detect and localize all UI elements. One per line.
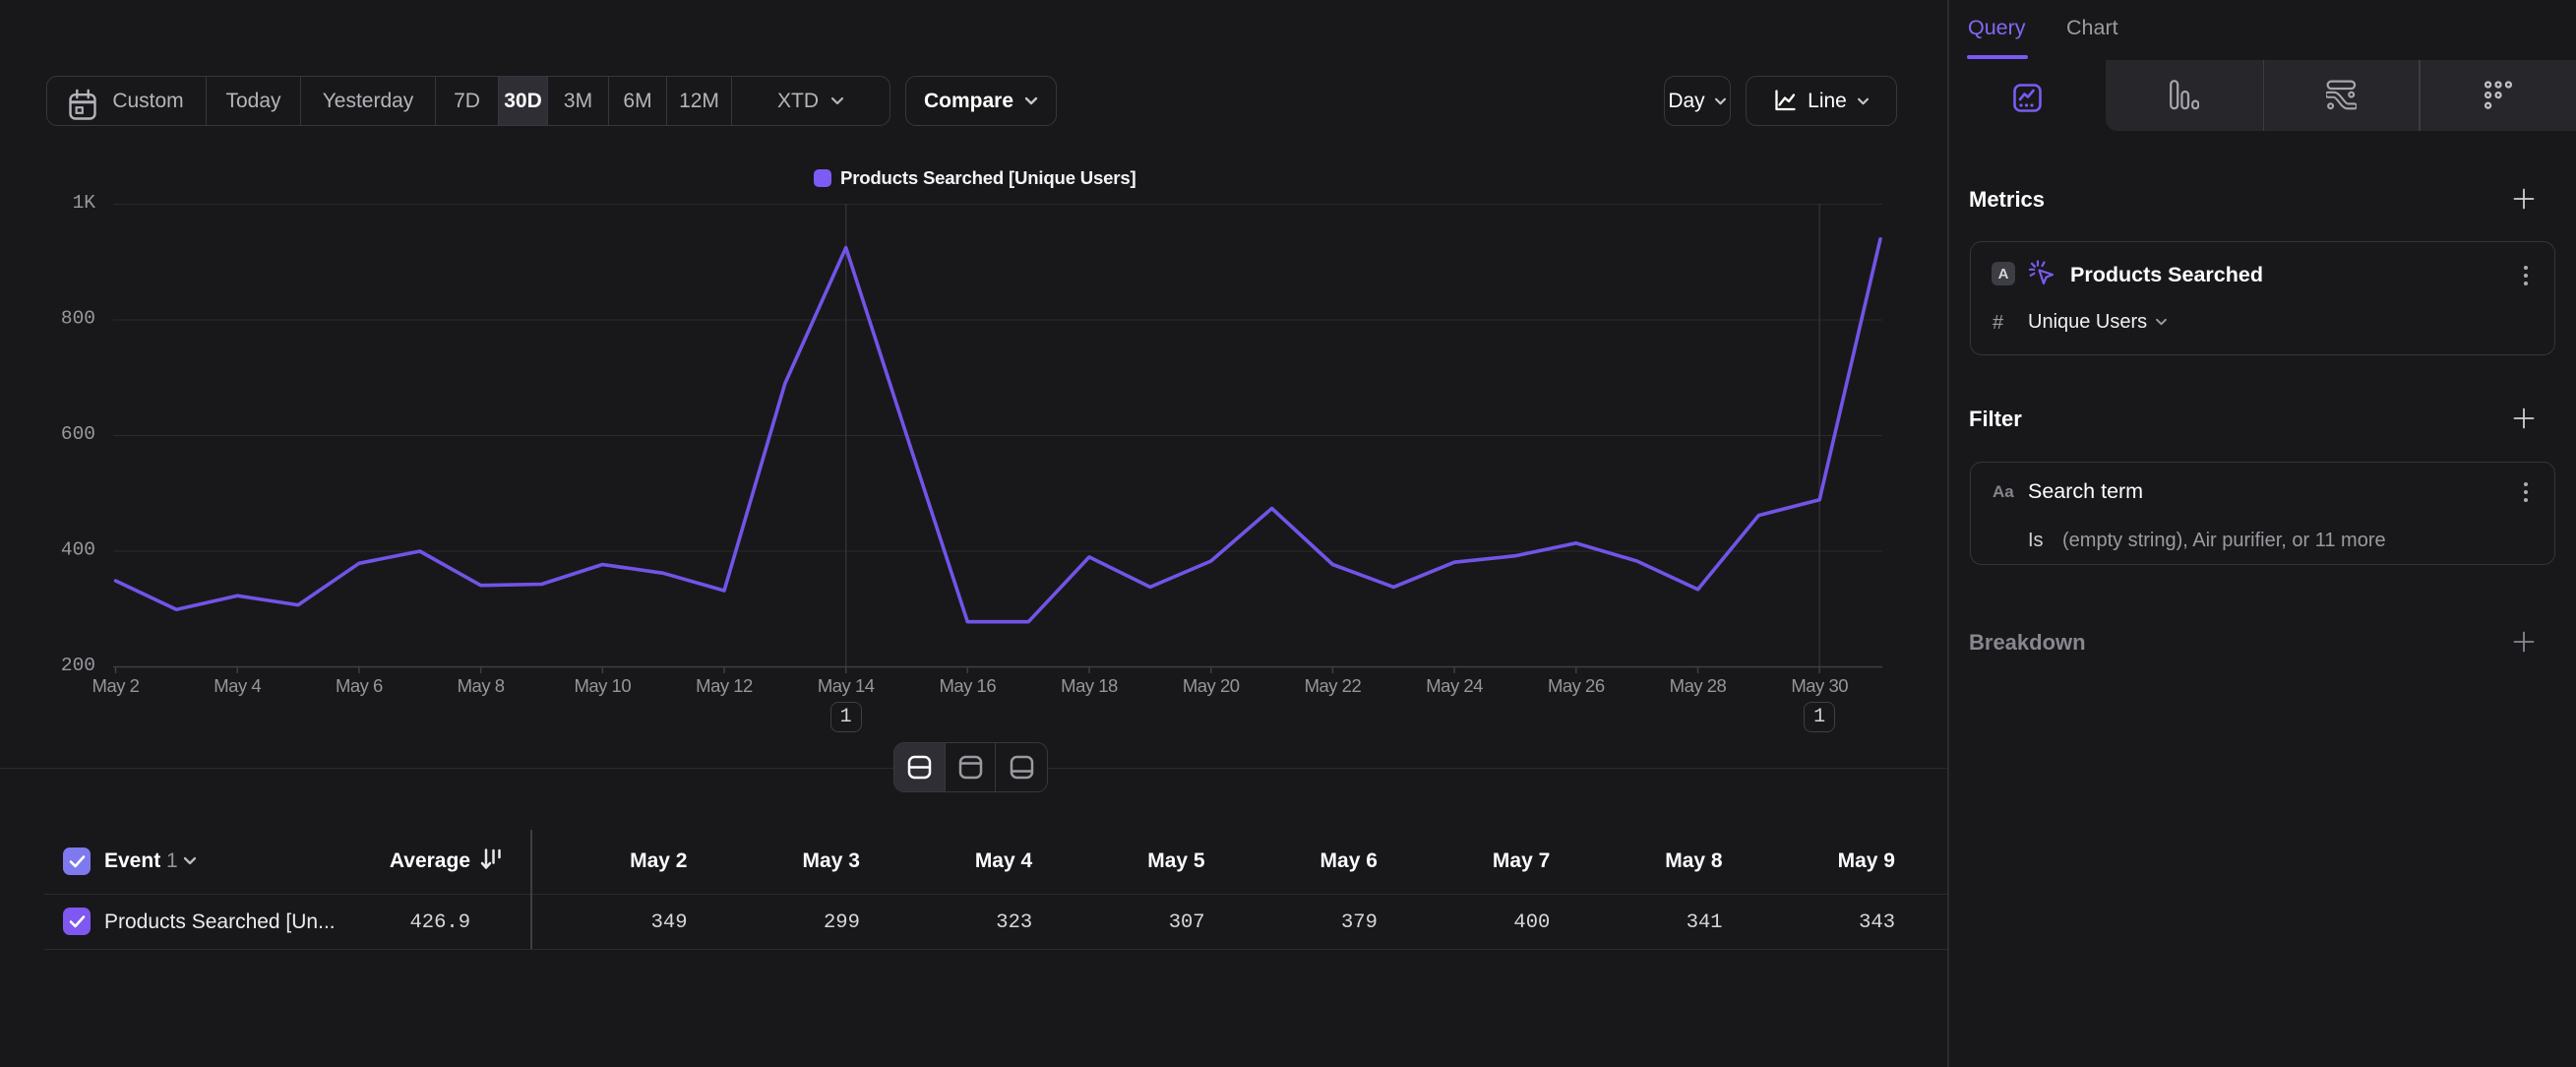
svg-text:May 16: May 16 (939, 675, 996, 696)
svg-text:400: 400 (61, 539, 95, 561)
svg-text:May 30: May 30 (1791, 675, 1848, 696)
svg-text:600: 600 (61, 423, 95, 445)
svg-text:May 26: May 26 (1548, 675, 1605, 696)
svg-text:May 2: May 2 (92, 675, 140, 696)
svg-text:1K: 1K (73, 192, 96, 214)
svg-text:200: 200 (61, 655, 95, 676)
svg-text:May 24: May 24 (1426, 675, 1483, 696)
svg-text:May 10: May 10 (574, 675, 631, 696)
svg-text:800: 800 (61, 308, 95, 330)
svg-text:May 18: May 18 (1061, 675, 1118, 696)
svg-text:May 8: May 8 (458, 675, 505, 696)
svg-text:May 4: May 4 (214, 675, 261, 696)
svg-text:May 12: May 12 (696, 675, 753, 696)
svg-text:May 14: May 14 (818, 675, 875, 696)
svg-text:May 28: May 28 (1670, 675, 1727, 696)
svg-text:May 6: May 6 (336, 675, 383, 696)
svg-text:May 20: May 20 (1183, 675, 1240, 696)
svg-text:May 22: May 22 (1305, 675, 1362, 696)
